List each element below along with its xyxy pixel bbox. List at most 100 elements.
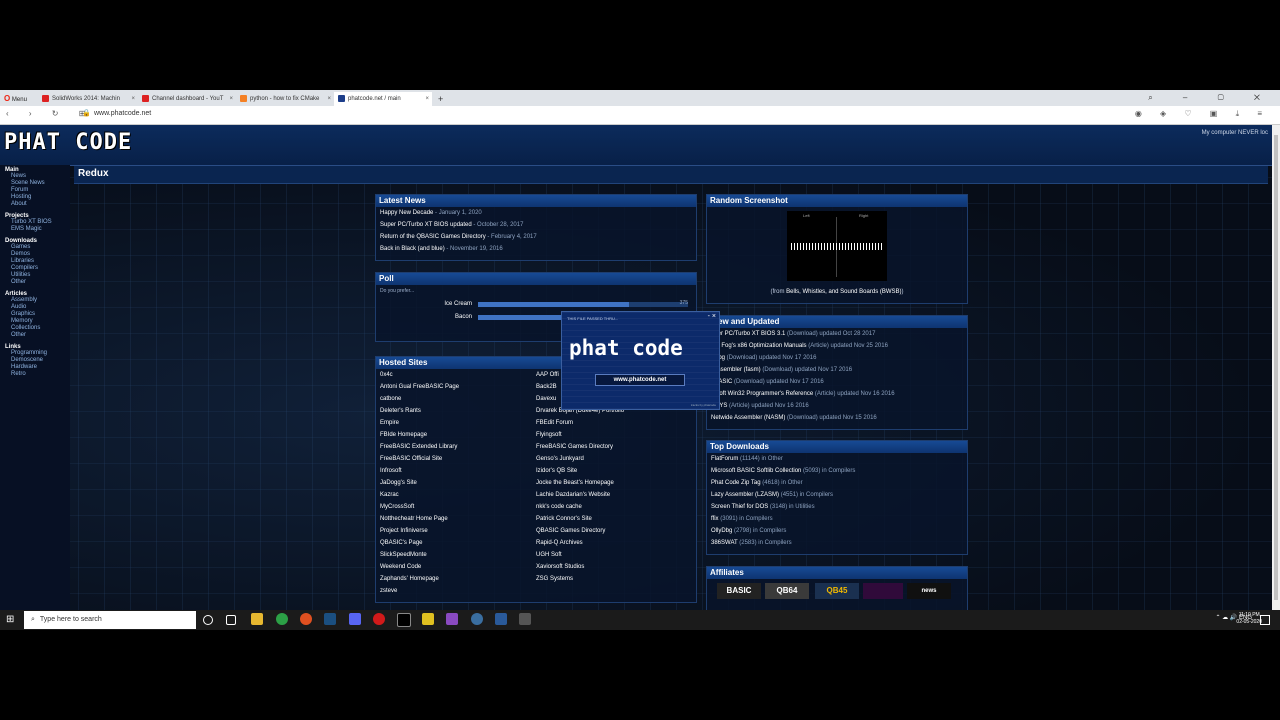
affiliate-badge[interactable]: QB45 — [815, 583, 859, 599]
hosted-site-link[interactable]: FBIde Homepage — [376, 429, 531, 441]
affiliate-badge[interactable]: QB64 — [765, 583, 809, 599]
discord-icon[interactable] — [349, 613, 361, 625]
close-icon[interactable]: × — [131, 92, 135, 106]
sidebar-link[interactable]: Games — [11, 244, 70, 251]
hosted-site-link[interactable]: FBEdit Forum — [532, 417, 692, 429]
hosted-site-link-name[interactable]: FreeBASIC Official Site — [380, 456, 442, 462]
hosted-site-link[interactable]: MyCrossSoft — [376, 501, 531, 513]
hosted-site-link-name[interactable]: Rapid-Q Archives — [536, 540, 583, 546]
sidebar-link[interactable]: Memory — [11, 318, 70, 325]
app-icon[interactable] — [446, 613, 458, 625]
hosted-site-link-name[interactable]: Deleter's Rants — [380, 408, 421, 414]
top-download-item-name[interactable]: 386SWAT — [711, 540, 738, 546]
hosted-site-link-name[interactable]: ZSG Systems — [536, 576, 573, 582]
new-updated-item-name[interactable]: rosoft Win32 Programmer's Reference — [711, 391, 813, 397]
hosted-site-link-name[interactable]: FBEdit Forum — [536, 420, 573, 426]
news-item[interactable]: Back in Black (and blue) - November 19, … — [376, 243, 696, 255]
hosted-site-link-name[interactable]: Empire — [380, 420, 399, 426]
sidebar-link[interactable]: Graphics — [11, 311, 70, 318]
task-view-icon[interactable] — [226, 615, 236, 625]
hosted-site-link-name[interactable]: Patrick Connor's Site — [536, 516, 592, 522]
chrome-icon[interactable] — [276, 613, 288, 625]
top-download-item[interactable]: Screen Thief for DOS (3148) in Utilities — [707, 501, 967, 513]
top-download-item[interactable]: ffix (3091) in Compilers — [707, 513, 967, 525]
sidebar-link[interactable]: Audio — [11, 304, 70, 311]
hosted-site-link[interactable]: Notthecheatr Home Page — [376, 513, 531, 525]
sidebar-link[interactable]: Other — [11, 332, 70, 339]
new-updated-item[interactable]: Netwide Assembler (NASM) (Download) upda… — [707, 412, 967, 424]
top-download-item-name[interactable]: Lazy Assembler (LZASM) — [711, 492, 779, 498]
hosted-site-link-name[interactable]: QBASIC's Page — [380, 540, 423, 546]
hosted-site-link[interactable]: QBASIC's Page — [376, 537, 531, 549]
top-download-item-name[interactable]: OllyDbg — [711, 528, 732, 534]
site-logo[interactable]: PHAT CODE — [4, 130, 132, 155]
news-title[interactable]: Happy New Decade — [380, 210, 433, 216]
new-updated-item[interactable]: uper PC/Turbo XT BIOS 3.1 (Download) upd… — [707, 328, 967, 340]
caption-link[interactable]: Bells, Whistles, and Sound Boards (BWSB) — [786, 289, 901, 295]
hosted-site-link[interactable]: Deleter's Rants — [376, 405, 531, 417]
hosted-site-link-name[interactable]: Kazrac — [380, 492, 399, 498]
hosted-site-link-name[interactable]: JaDogg's Site — [380, 480, 417, 486]
hosted-site-link-name[interactable]: Project Infiniverse — [380, 528, 428, 534]
news-title[interactable]: Back in Black (and blue) — [380, 246, 445, 252]
sidebar-link[interactable]: EMS Magic — [11, 226, 70, 233]
file-explorer-icon[interactable] — [251, 613, 263, 625]
hosted-site-link[interactable]: nkk's code cache — [532, 501, 692, 513]
hosted-site-link-name[interactable]: Antoni Gual FreeBASIC Page — [380, 384, 459, 390]
sidebar-link[interactable]: Other — [11, 279, 70, 286]
taskbar-clock[interactable]: 11:10 PM 02-05-2020 — [1236, 612, 1262, 626]
windows-start-icon[interactable]: ⊞ — [6, 614, 14, 625]
hosted-site-link[interactable]: Project Infiniverse — [376, 525, 531, 537]
hosted-site-link[interactable]: UGH Soft — [532, 549, 692, 561]
tab-python-cmake[interactable]: python - how to fix CMake × — [236, 92, 334, 106]
hosted-site-link[interactable]: JaDogg's Site — [376, 477, 531, 489]
poll-option[interactable]: Ice Cream 375 — [376, 298, 696, 311]
hosted-site-link-name[interactable]: Jocke the Beast's Homepage — [536, 480, 614, 486]
top-download-item-name[interactable]: Screen Thief for DOS — [711, 504, 768, 510]
new-updated-item[interactable]: yDbg (Download) updated Nov 17 2016 — [707, 352, 967, 364]
top-download-item[interactable]: Lazy Assembler (LZASM) (4551) in Compile… — [707, 489, 967, 501]
hosted-site-link-name[interactable]: Back2B — [536, 384, 557, 390]
news-item[interactable]: Super PC/Turbo XT BIOS updated - October… — [376, 219, 696, 231]
close-icon[interactable]: × — [425, 92, 429, 106]
sidebar-link[interactable]: Libraries — [11, 258, 70, 265]
hosted-site-link-name[interactable]: FBIde Homepage — [380, 432, 427, 438]
new-updated-item-name[interactable]: Netwide Assembler (NASM) — [711, 415, 785, 421]
hosted-site-link[interactable]: Jocke the Beast's Homepage — [532, 477, 692, 489]
hosted-site-link-name[interactable]: Infrosoft — [380, 468, 402, 474]
random-screenshot-image[interactable]: Left Right — [787, 211, 887, 281]
hosted-site-link-name[interactable]: Zaphands' Homepage — [380, 576, 439, 582]
affiliate-badge[interactable]: news — [907, 583, 951, 599]
top-download-item-name[interactable]: ffix — [711, 516, 719, 522]
hosted-site-link-name[interactable]: Genso's Junkyard — [536, 456, 584, 462]
phatcode-popup-window[interactable]: THIS FILE PASSED THRU... - × phat code w… — [561, 311, 720, 410]
hosted-site-link[interactable]: Antoni Gual FreeBASIC Page — [376, 381, 531, 393]
new-updated-item[interactable]: t assembler (fasm) (Download) updated No… — [707, 364, 967, 376]
opera-icon[interactable] — [373, 613, 385, 625]
steam-icon[interactable] — [324, 613, 336, 625]
sidebar-link[interactable]: Collections — [11, 325, 70, 332]
news-item[interactable]: Happy New Decade - January 1, 2020 — [376, 207, 696, 219]
hosted-site-link[interactable]: catbone — [376, 393, 531, 405]
hosted-site-link[interactable]: Xaviorsoft Studios — [532, 561, 692, 573]
tab-phatcode[interactable]: phatcode.net / main × — [334, 92, 432, 106]
top-download-item[interactable]: OllyDbg (2798) in Compilers — [707, 525, 967, 537]
opera-menu-button[interactable]: O Menu — [4, 92, 27, 106]
hosted-site-link[interactable]: FreeBASIC Official Site — [376, 453, 531, 465]
hosted-site-link[interactable]: Izidor's QB Site — [532, 465, 692, 477]
hosted-site-link[interactable]: 0x4c — [376, 369, 531, 381]
close-icon[interactable]: × — [327, 92, 331, 106]
hosted-site-link-name[interactable]: SlickSpeedMonte — [380, 552, 427, 558]
sidebar-link[interactable]: Forum — [11, 187, 70, 194]
hosted-site-link-name[interactable]: zsteve — [380, 588, 397, 594]
popup-url[interactable]: www.phatcode.net — [595, 374, 685, 386]
extension-icons[interactable]: ◉ ◈ ♡ ▣ ⤓ ≡ — [1135, 109, 1270, 119]
top-download-item[interactable]: Phat Code Zip Tag (4618) in Other — [707, 477, 967, 489]
new-updated-item-name[interactable]: ner Fog's x86 Optimization Manuals — [711, 343, 807, 349]
new-tab-button[interactable]: + — [434, 92, 446, 106]
affiliate-badge[interactable]: BASIC — [717, 583, 761, 599]
sidebar-link[interactable]: Hosting — [11, 194, 70, 201]
sidebar-link[interactable]: About — [11, 201, 70, 208]
hosted-site-link-name[interactable]: Notthecheatr Home Page — [380, 516, 448, 522]
hosted-site-link[interactable]: FreeBASIC Extended Library — [376, 441, 531, 453]
